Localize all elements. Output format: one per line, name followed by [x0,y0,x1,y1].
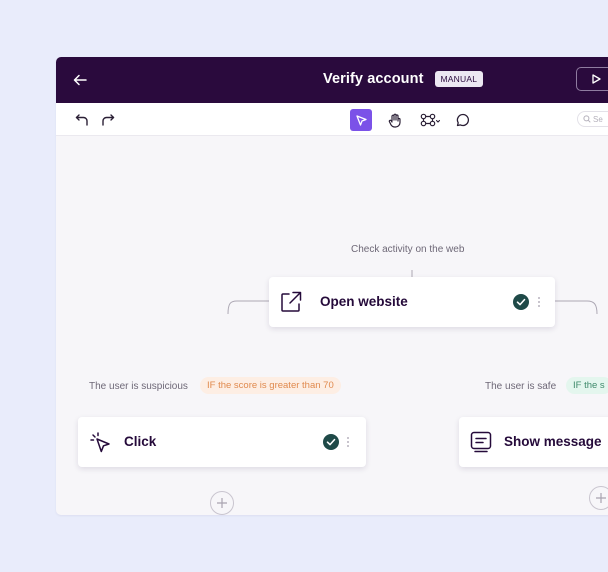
add-step-button[interactable] [210,491,234,515]
external-link-icon [281,291,302,312]
hand-icon [388,113,401,128]
page-title: Verify account [323,71,424,87]
check-circle-icon [323,434,339,450]
comment-icon [456,113,470,127]
arrow-left-icon [73,74,87,86]
node-label: Open website [320,294,408,309]
play-icon [592,74,601,84]
select-cursor-icon [355,114,367,126]
undo-icon [75,114,88,126]
node-show-message[interactable]: Show message [459,417,608,467]
flow-canvas[interactable]: Check activity on the web Open website T… [56,136,608,515]
node-open-website[interactable]: Open website [269,277,555,327]
nodes-tool[interactable] [418,109,444,131]
workflow-editor-window: Verify account MANUAL Se Check activity … [56,57,608,515]
hand-tool[interactable] [384,109,406,131]
run-button[interactable] [576,67,608,91]
branch-caption-safe: The user is safe [485,381,557,392]
back-button[interactable] [70,69,90,91]
cursor-click-icon [90,432,110,453]
toolbar: Se [56,103,608,136]
check-circle-icon [513,294,529,310]
redo-button[interactable] [97,109,119,131]
undo-button[interactable] [71,109,93,131]
redo-icon [102,114,115,126]
mode-badge: MANUAL [434,71,484,87]
search-icon [583,115,591,123]
plus-icon [217,498,227,508]
root-caption: Check activity on the web [351,244,465,255]
condition-chip-safe[interactable]: IF the s [566,377,608,394]
comment-tool[interactable] [452,109,474,131]
plus-icon [596,493,606,503]
node-click[interactable]: Click [78,417,366,467]
node-menu-button[interactable] [345,434,351,450]
title-bar: Verify account MANUAL [56,57,608,103]
title-group: Verify account MANUAL [323,71,484,87]
nodes-icon [420,113,441,127]
node-menu-button[interactable] [536,294,542,310]
node-label: Show message [504,434,602,449]
search-input[interactable]: Se [577,111,608,127]
select-tool[interactable] [350,109,372,131]
branch-caption-suspicious: The user is suspicious [89,381,188,392]
search-placeholder: Se [593,114,603,124]
node-label: Click [124,434,157,449]
condition-chip-suspicious[interactable]: IF the score is greater than 70 [200,377,341,394]
add-step-button[interactable] [589,486,608,510]
message-icon [470,431,492,453]
